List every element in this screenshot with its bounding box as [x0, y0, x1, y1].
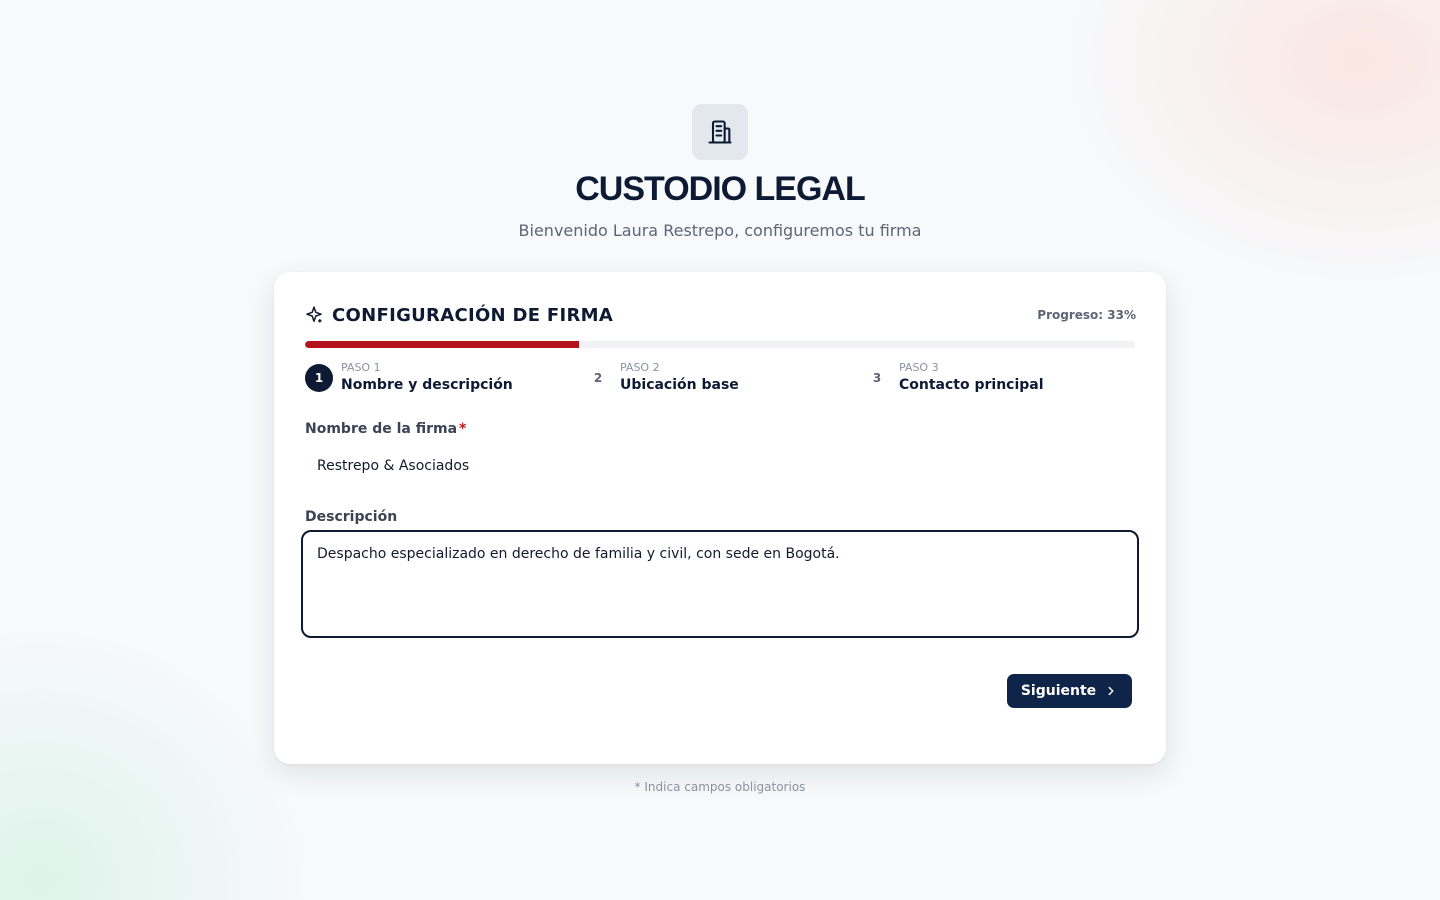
card-header: CONFIGURACIÓN DE FIRMA Progreso: 33%	[304, 302, 1136, 328]
firm-name-input[interactable]	[304, 448, 1136, 484]
step-kicker: PASO 3	[899, 361, 939, 374]
progress-bar	[305, 341, 1135, 348]
step-number: 1	[305, 364, 333, 392]
progress-bar-fill	[305, 341, 579, 348]
welcome-message: Bienvenido Laura Restrepo, configuremos …	[518, 221, 922, 240]
step-label: Contacto principal	[899, 377, 1044, 393]
next-button[interactable]: Siguiente	[1007, 674, 1132, 708]
required-mark: *	[459, 421, 467, 437]
next-button-label: Siguiente	[1020, 683, 1097, 699]
sparkle-icon	[306, 306, 322, 323]
building-icon	[708, 120, 732, 144]
firm-name-label-text: Nombre de la firma	[305, 421, 458, 437]
progress-text: Progreso: 33%	[1037, 308, 1136, 322]
description-textarea[interactable]: Despacho especializado en derecho de fam…	[301, 530, 1139, 638]
step-label: Nombre y descripción	[341, 377, 513, 393]
brand-logo	[692, 104, 748, 160]
step-label: Ubicación base	[620, 377, 739, 393]
stepper: 1 PASO 1 Nombre y descripción 2 PASO 2 U…	[305, 360, 1135, 396]
firm-name-label: Nombre de la firma *	[305, 421, 466, 437]
brand-title: CUSTODIO LEGAL	[575, 170, 866, 208]
card-title: CONFIGURACIÓN DE FIRMA	[332, 304, 614, 326]
chevron-right-icon	[1108, 686, 1114, 696]
description-label: Descripción	[305, 509, 398, 525]
step-1[interactable]: 1 PASO 1 Nombre y descripción	[305, 360, 513, 396]
setup-card: CONFIGURACIÓN DE FIRMA Progreso: 33% 1 P…	[274, 272, 1166, 764]
required-fields-note: * Indica campos obligatorios	[634, 780, 806, 794]
step-kicker: PASO 1	[341, 361, 381, 374]
step-number: 3	[863, 364, 891, 392]
step-kicker: PASO 2	[620, 361, 660, 374]
step-number: 2	[584, 364, 612, 392]
step-2[interactable]: 2 PASO 2 Ubicación base	[584, 360, 739, 396]
step-3[interactable]: 3 PASO 3 Contacto principal	[863, 360, 1044, 396]
